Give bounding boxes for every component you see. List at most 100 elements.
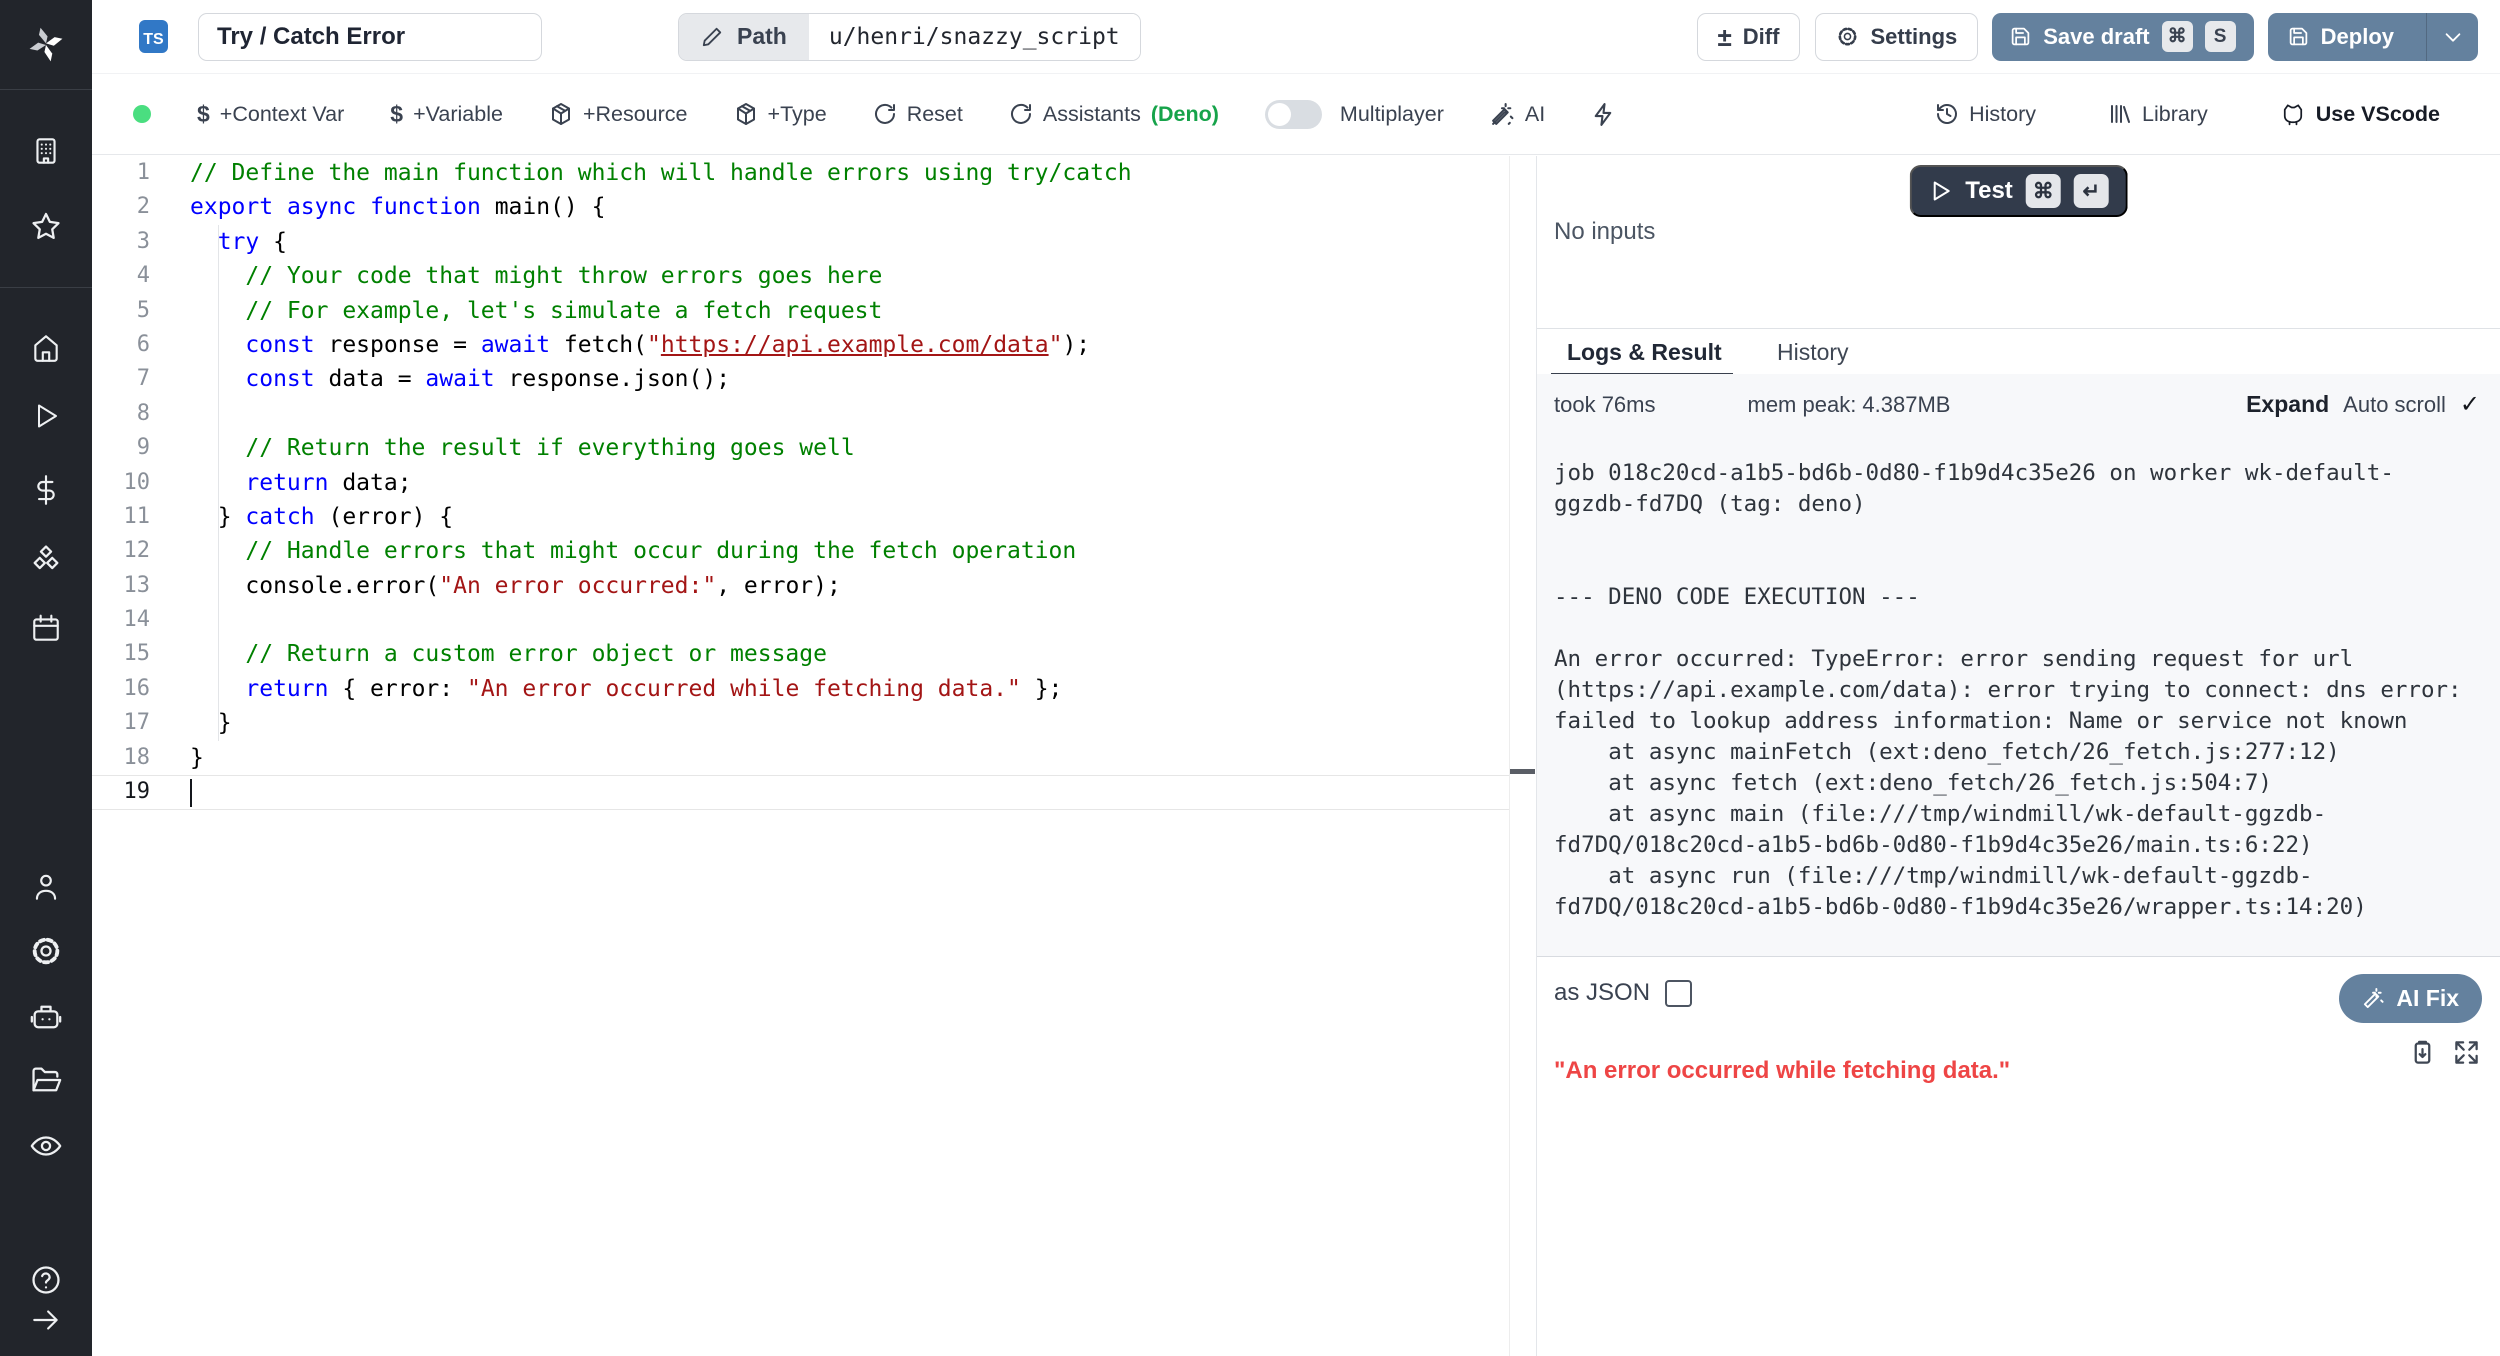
expand-result-button[interactable] [2453,1039,2480,1071]
editor-scrollbar[interactable] [1509,156,1536,1356]
tab-logs-result[interactable]: Logs & Result [1567,339,1722,366]
as-json-checkbox[interactable] [1665,980,1692,1007]
assistants-button[interactable]: Assistants (Deno) [1009,102,1219,127]
sidebar-item-runs[interactable] [28,398,64,434]
line-number: 12 [92,534,150,568]
ai-button[interactable]: AI [1490,102,1545,127]
sidebar-item-help[interactable] [28,1262,64,1298]
code-line[interactable]: 9 // Return the result if everything goe… [92,431,1509,465]
use-vscode-button[interactable]: Use VScode [2280,101,2440,127]
code-line[interactable]: 2export async function main() { [92,190,1509,224]
sidebar-item-users[interactable] [28,868,64,904]
code-line[interactable]: 16 return { error: "An error occurred wh… [92,672,1509,706]
add-resource-button[interactable]: +Resource [549,102,688,127]
history-button[interactable]: History [1935,102,2036,127]
as-json-label: as JSON [1554,979,1650,1007]
windmill-logo[interactable] [28,27,64,63]
sidebar-item-home[interactable] [28,330,64,366]
line-content: } [190,706,232,740]
sidebar-item-workers[interactable] [28,999,64,1035]
code-line[interactable]: 17 } [92,706,1509,740]
add-variable-label: +Variable [413,102,503,127]
diff-button[interactable]: ± Diff [1697,13,1801,61]
gear-icon [1836,25,1859,48]
script-title-input[interactable] [198,13,542,61]
code-line[interactable]: 12 // Handle errors that might occur dur… [92,534,1509,568]
code-line[interactable]: 4 // Your code that might throw errors g… [92,259,1509,293]
sidebar-item-settings[interactable] [28,933,64,969]
sidebar-item-folders[interactable] [28,1062,64,1098]
code-line[interactable]: 15 // Return a custom error object or me… [92,637,1509,671]
code-line[interactable]: 10 return data; [92,466,1509,500]
diff-label: Diff [1743,24,1780,50]
wand-icon [2362,987,2385,1010]
library-button[interactable]: Library [2108,102,2208,127]
ai-fix-button[interactable]: AI Fix [2339,974,2482,1023]
expand-button[interactable]: Expand [2246,391,2329,418]
no-inputs-label: No inputs [1554,218,1655,246]
run-panel: Test ⌘ ↵ No inputs Logs & Result History… [1536,156,2500,1356]
multiplayer-toggle[interactable] [1265,100,1322,129]
settings-button[interactable]: Settings [1815,13,1978,61]
code-line[interactable]: 18} [92,741,1509,775]
sidebar-item-schedules[interactable] [28,610,64,646]
sidebar-item-workspace[interactable] [28,133,64,169]
line-number: 10 [92,466,150,500]
deploy-label: Deploy [2321,24,2394,50]
code-line[interactable]: 13 console.error("An error occurred:", e… [92,569,1509,603]
code-line[interactable]: 6 const response = await fetch("https://… [92,328,1509,362]
tab-history[interactable]: History [1777,339,1849,366]
code-line[interactable]: 3 try { [92,225,1509,259]
code-line[interactable]: 14 [92,603,1509,637]
line-content: const data = await response.json(); [190,362,730,396]
line-number: 16 [92,672,150,706]
line-number: 9 [92,431,150,465]
history-label: History [1969,102,2036,127]
line-content: return { error: "An error occurred while… [190,672,1062,706]
refresh-icon [873,102,897,126]
deploy-button[interactable]: Deploy [2268,13,2478,61]
deploy-dropdown[interactable] [2426,13,2478,61]
sidebar-item-variables[interactable] [28,472,64,508]
add-resource-label: +Resource [583,102,688,127]
sidebar-item-audit-logs[interactable] [28,1128,64,1164]
path-button[interactable]: Path u/henri/snazzy_script [678,13,1141,61]
quick-actions-button[interactable] [1591,102,1616,127]
add-context-var-button[interactable]: $ +Context Var [197,101,344,128]
dollar-icon [30,474,62,506]
gear-icon [29,934,63,968]
copy-result-button[interactable] [2409,1039,2436,1071]
sidebar-expand[interactable] [28,1302,64,1338]
code-line[interactable]: 1// Define the main function which will … [92,156,1509,190]
auto-scroll-label[interactable]: Auto scroll [2343,392,2446,418]
add-variable-button[interactable]: $ +Variable [390,101,503,128]
test-button[interactable]: Test ⌘ ↵ [1909,165,2128,217]
ai-label: AI [1525,102,1545,127]
plus-minus-icon: ± [1718,24,1732,50]
code-line[interactable]: 7 const data = await response.json(); [92,362,1509,396]
vscode-icon [2280,101,2306,127]
save-draft-button[interactable]: Save draft ⌘ S [1992,13,2253,61]
sidebar-item-favorites[interactable] [28,209,64,245]
result-value: "An error occurred while fetching data." [1554,1057,2010,1085]
cubes-icon [29,542,63,576]
history-icon [1935,102,1959,126]
code-line[interactable]: 19 [92,775,1509,809]
reset-button[interactable]: Reset [873,102,963,127]
line-content: // Define the main function which will h… [190,156,1132,190]
add-type-button[interactable]: +Type [734,102,827,127]
code-editor[interactable]: 1// Define the main function which will … [92,156,1536,1356]
code-line[interactable]: 8 [92,397,1509,431]
line-number: 15 [92,637,150,671]
expand-icon [2453,1039,2480,1066]
kbd-s: S [2205,21,2236,52]
code-line[interactable]: 5 // For example, let's simulate a fetch… [92,294,1509,328]
clipboard-copy-icon [2409,1039,2436,1066]
folder-open-icon [29,1063,63,1097]
code-line[interactable]: 11 } catch (error) { [92,500,1509,534]
add-context-var-label: +Context Var [220,102,345,127]
sidebar-item-resources[interactable] [28,541,64,577]
multiplayer-control: Multiplayer [1265,100,1444,129]
line-number: 3 [92,225,150,259]
dollar-icon: $ [197,101,210,128]
